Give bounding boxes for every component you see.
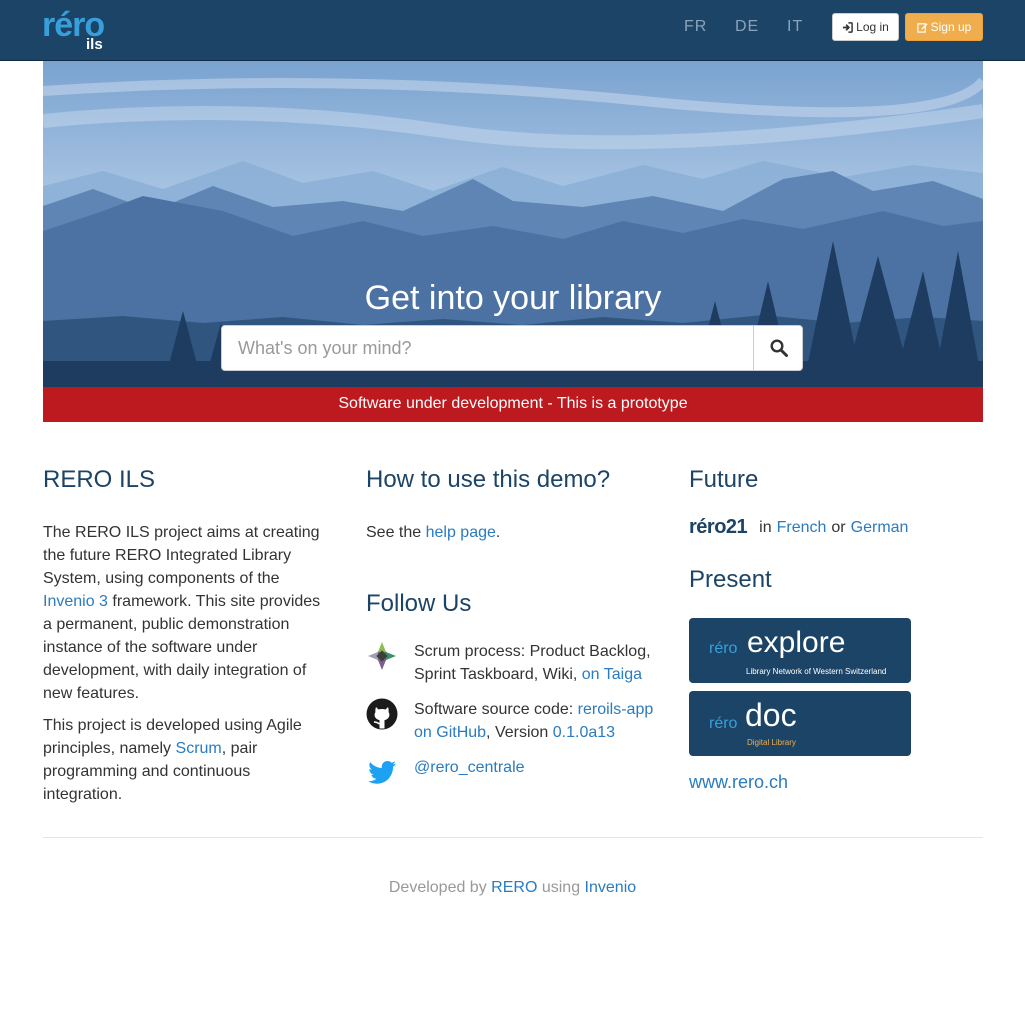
rero21-logo: réro21 — [689, 516, 748, 538]
scrum-link[interactable]: Scrum — [176, 740, 222, 757]
lang-de-link[interactable]: DE — [735, 18, 759, 36]
login-label: Log in — [856, 20, 889, 34]
rero-explore-badge[interactable]: réro explore Library Network of Western … — [689, 618, 911, 683]
demo-text: See the help page. — [366, 524, 501, 541]
footer: Developed by RERO using Invenio — [388, 879, 637, 896]
lang-it-link[interactable]: IT — [787, 18, 803, 36]
logo-subtext: ils — [86, 36, 103, 53]
present-heading: Present — [689, 566, 772, 593]
future-heading: Future — [689, 466, 759, 493]
rero-ils-logo[interactable]: réro ils — [42, 6, 122, 54]
taiga-text: Scrum process: Product Backlog, Sprint T… — [414, 643, 651, 683]
github-text: Software source code: reroils-app on Git… — [414, 701, 654, 741]
signup-label: Sign up — [930, 20, 972, 34]
follow-heading: Follow Us — [366, 590, 472, 617]
hero-title: Get into your library — [364, 279, 662, 317]
footer-divider — [43, 837, 983, 838]
taiga-link[interactable]: on Taiga — [582, 666, 642, 683]
taiga-icon — [368, 642, 396, 670]
navbar: réro ils FR DE IT Log in Sign up — [0, 0, 1025, 61]
rero-doc-badge[interactable]: réro doc Digital Library — [689, 691, 911, 756]
twitter-item: @rero_centrale — [366, 756, 664, 788]
hero-banner: Get into your library A wealth of knowle… — [43, 61, 983, 387]
invenio3-link[interactable]: Invenio 3 — [43, 593, 108, 610]
footer-invenio-link[interactable]: Invenio — [585, 879, 637, 896]
search-button[interactable] — [753, 326, 803, 370]
login-button[interactable]: Log in — [832, 13, 899, 41]
search-bar — [221, 325, 803, 371]
future-row: réro21 in French or German — [689, 516, 909, 538]
demo-section: How to use this demo? See the help page.… — [366, 466, 666, 806]
doc-wordmark: doc — [745, 697, 797, 733]
explore-tagline: Library Network of Western Switzerland — [746, 667, 887, 676]
twitter-icon — [368, 761, 396, 784]
rero-site-link[interactable]: www.rero.ch — [689, 772, 788, 793]
explore-wordmark: explore — [747, 626, 846, 659]
edit-icon — [916, 22, 928, 33]
about-paragraph-2: This project is developed using Agile pr… — [43, 717, 302, 803]
french-link[interactable]: French — [777, 519, 827, 537]
version-link[interactable]: 0.1.0a13 — [553, 724, 615, 741]
future-present-section: Future réro21 in French or German Presen… — [689, 466, 989, 796]
search-icon — [769, 339, 788, 357]
github-icon — [366, 698, 398, 730]
doc-tagline: Digital Library — [747, 738, 796, 747]
twitter-link[interactable]: @rero_centrale — [414, 759, 525, 776]
prototype-notice: Software under development - This is a p… — [43, 387, 983, 422]
signup-button[interactable]: Sign up — [905, 13, 983, 41]
about-paragraph-1: The RERO ILS project aims at creating th… — [43, 524, 321, 702]
lang-fr-link[interactable]: FR — [684, 18, 707, 36]
footer-rero-link[interactable]: RERO — [491, 879, 537, 896]
sign-in-icon — [843, 21, 853, 33]
german-link[interactable]: German — [851, 519, 909, 537]
about-section: RERO ILS The RERO ILS project aims at cr… — [43, 466, 333, 806]
about-heading: RERO ILS — [43, 466, 156, 493]
taiga-item: Scrum process: Product Backlog, Sprint T… — [366, 640, 664, 686]
demo-heading: How to use this demo? — [366, 466, 611, 493]
github-item: Software source code: reroils-app on Git… — [366, 698, 664, 744]
twitter-text: @rero_centrale — [414, 756, 664, 788]
help-page-link[interactable]: help page — [426, 524, 496, 541]
search-input[interactable] — [222, 326, 753, 370]
